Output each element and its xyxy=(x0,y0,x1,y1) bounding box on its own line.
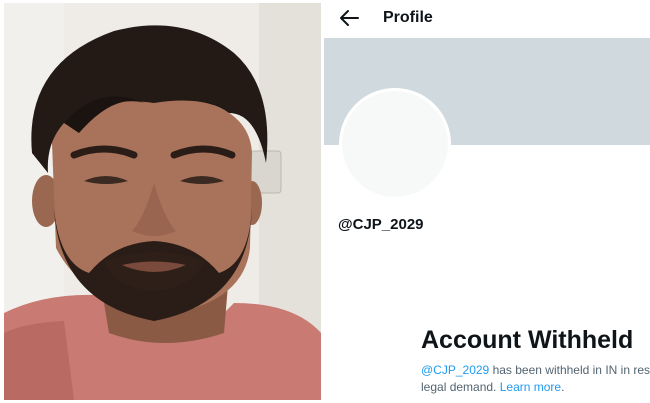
page-title: Profile xyxy=(383,9,433,26)
avatar[interactable] xyxy=(339,88,451,200)
arrow-left-icon[interactable] xyxy=(338,8,360,28)
profile-handle: @CJP_2029 xyxy=(338,216,424,233)
top-bar: Profile xyxy=(324,0,650,38)
withheld-heading: Account Withheld xyxy=(421,326,634,354)
withheld-text-2: legal demand. xyxy=(421,380,500,394)
handle-mention-link[interactable]: @CJP_2029 xyxy=(421,363,489,377)
person-illustration xyxy=(4,3,321,400)
withheld-message: @CJP_2029 has been withheld in IN in res… xyxy=(421,362,650,396)
withheld-line-2: legal demand. Learn more. xyxy=(421,379,650,396)
withheld-line-1: @CJP_2029 has been withheld in IN in res xyxy=(421,362,650,379)
learn-more-link[interactable]: Learn more xyxy=(500,380,561,394)
profile-screenshot: Profile @CJP_2029 Account Withheld @CJP_… xyxy=(324,0,650,403)
withheld-text-1: has been withheld in IN in res xyxy=(489,363,650,377)
person-photo xyxy=(4,3,321,400)
composite-image: Profile @CJP_2029 Account Withheld @CJP_… xyxy=(0,0,650,403)
withheld-text-end: . xyxy=(561,380,565,394)
